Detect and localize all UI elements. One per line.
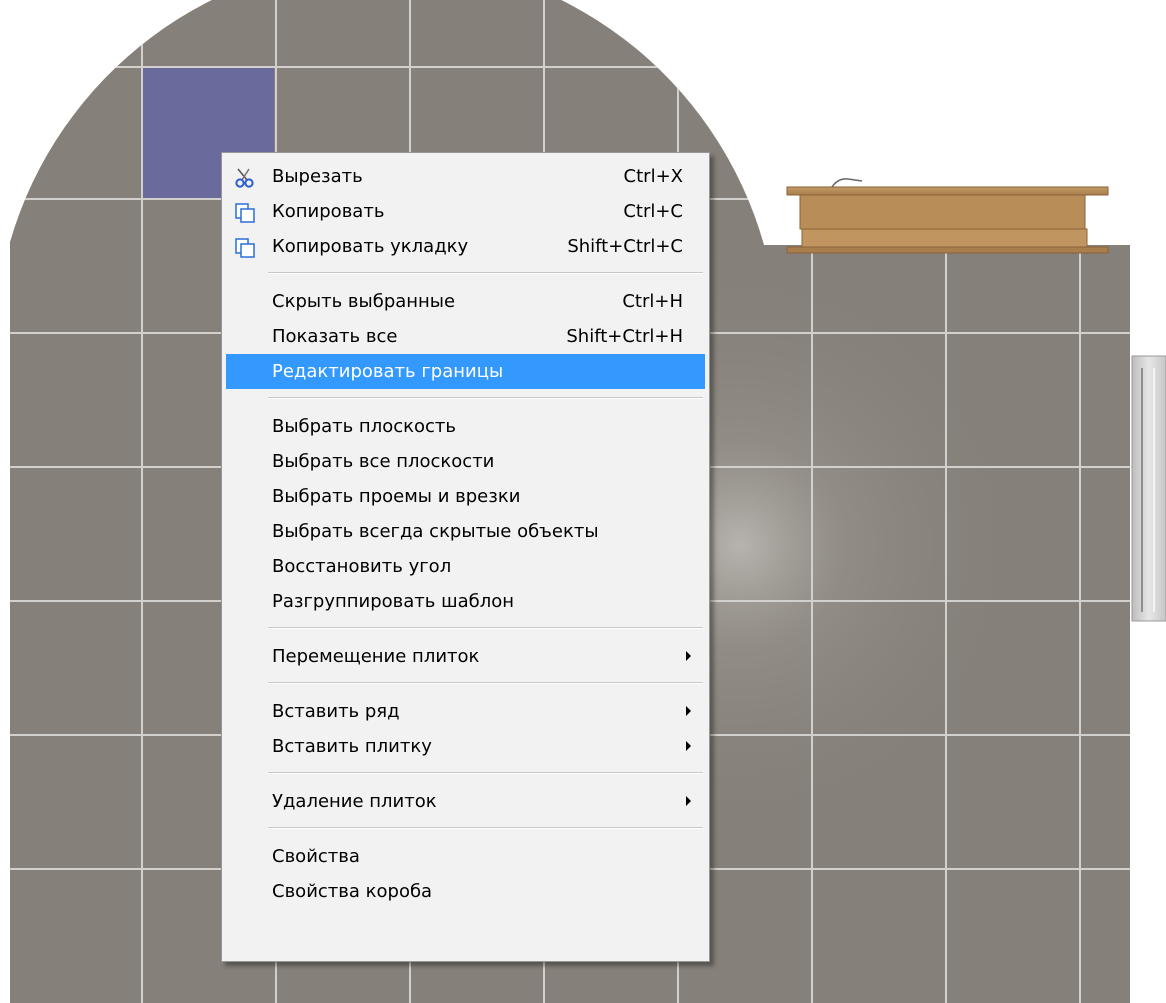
menu-separator [268,682,703,684]
shelf-handle [831,178,863,188]
scissors-icon [234,166,256,188]
menu-item-label: Показать все [272,326,398,347]
menu-item-show-all[interactable]: Показать все Shift+Ctrl+H [226,319,705,354]
menu-item-label: Перемещение плиток [272,646,480,667]
menu-item-label: Разгруппировать шаблон [272,591,515,612]
menu-item-insert-tile[interactable]: Вставить плитку [226,729,705,764]
menu-item-label: Свойства короба [272,881,433,902]
menu-item-select-all-planes[interactable]: Выбрать все плоскости [226,444,705,479]
submenu-arrow-icon [686,741,691,751]
menu-item-delete-tiles[interactable]: Удаление плиток [226,784,705,819]
menu-item-shortcut: Shift+Ctrl+H [566,326,683,347]
menu-separator [268,827,703,829]
context-menu: Вырезать Ctrl+X Копировать Ctrl+C Копиро… [221,152,710,962]
menu-item-select-openings[interactable]: Выбрать проемы и врезки [226,479,705,514]
menu-item-label: Скрыть выбранные [272,291,456,312]
menu-item-label: Выбрать проемы и врезки [272,486,521,507]
menu-item-edit-borders[interactable]: Редактировать границы [226,354,705,389]
submenu-arrow-icon [686,796,691,806]
menu-item-copy[interactable]: Копировать Ctrl+C [226,194,705,229]
submenu-arrow-icon [686,651,691,661]
menu-item-label: Выбрать все плоскости [272,451,495,472]
submenu-arrow-icon [686,706,691,716]
radiator[interactable] [1131,355,1166,622]
menu-item-box-properties[interactable]: Свойства короба [226,874,705,909]
menu-item-shortcut: Ctrl+X [623,166,683,187]
menu-item-shortcut: Ctrl+H [622,291,683,312]
menu-item-hide-selected[interactable]: Скрыть выбранные Ctrl+H [226,284,705,319]
menu-item-label: Удаление плиток [272,791,437,812]
menu-item-label: Вставить ряд [272,701,400,722]
menu-item-label: Восстановить угол [272,556,452,577]
menu-item-label: Копировать [272,201,385,222]
wooden-shelf[interactable] [786,178,1109,254]
menu-separator [268,397,703,399]
menu-item-label: Вставить плитку [272,736,432,757]
menu-item-shortcut: Shift+Ctrl+C [567,236,683,257]
menu-item-copy-layout[interactable]: Копировать укладку Shift+Ctrl+C [226,229,705,264]
menu-item-label: Выбрать всегда скрытые объекты [272,521,599,542]
menu-item-cut[interactable]: Вырезать Ctrl+X [226,159,705,194]
menu-item-label: Свойства [272,846,360,867]
menu-item-restore-corner[interactable]: Восстановить угол [226,549,705,584]
menu-item-label: Выбрать плоскость [272,416,456,437]
menu-item-label: Редактировать границы [272,361,504,382]
menu-item-select-hidden[interactable]: Выбрать всегда скрытые объекты [226,514,705,549]
menu-separator [268,272,703,274]
copy-icon [234,201,256,223]
copy-icon [234,236,256,258]
menu-item-label: Копировать укладку [272,236,469,257]
menu-item-move-tiles[interactable]: Перемещение плиток [226,639,705,674]
menu-item-insert-row[interactable]: Вставить ряд [226,694,705,729]
menu-item-select-plane[interactable]: Выбрать плоскость [226,409,705,444]
menu-item-ungroup-template[interactable]: Разгруппировать шаблон [226,584,705,619]
menu-item-properties[interactable]: Свойства [226,839,705,874]
menu-item-label: Вырезать [272,166,363,187]
menu-separator [268,772,703,774]
menu-item-shortcut: Ctrl+C [623,201,683,222]
menu-separator [268,627,703,629]
